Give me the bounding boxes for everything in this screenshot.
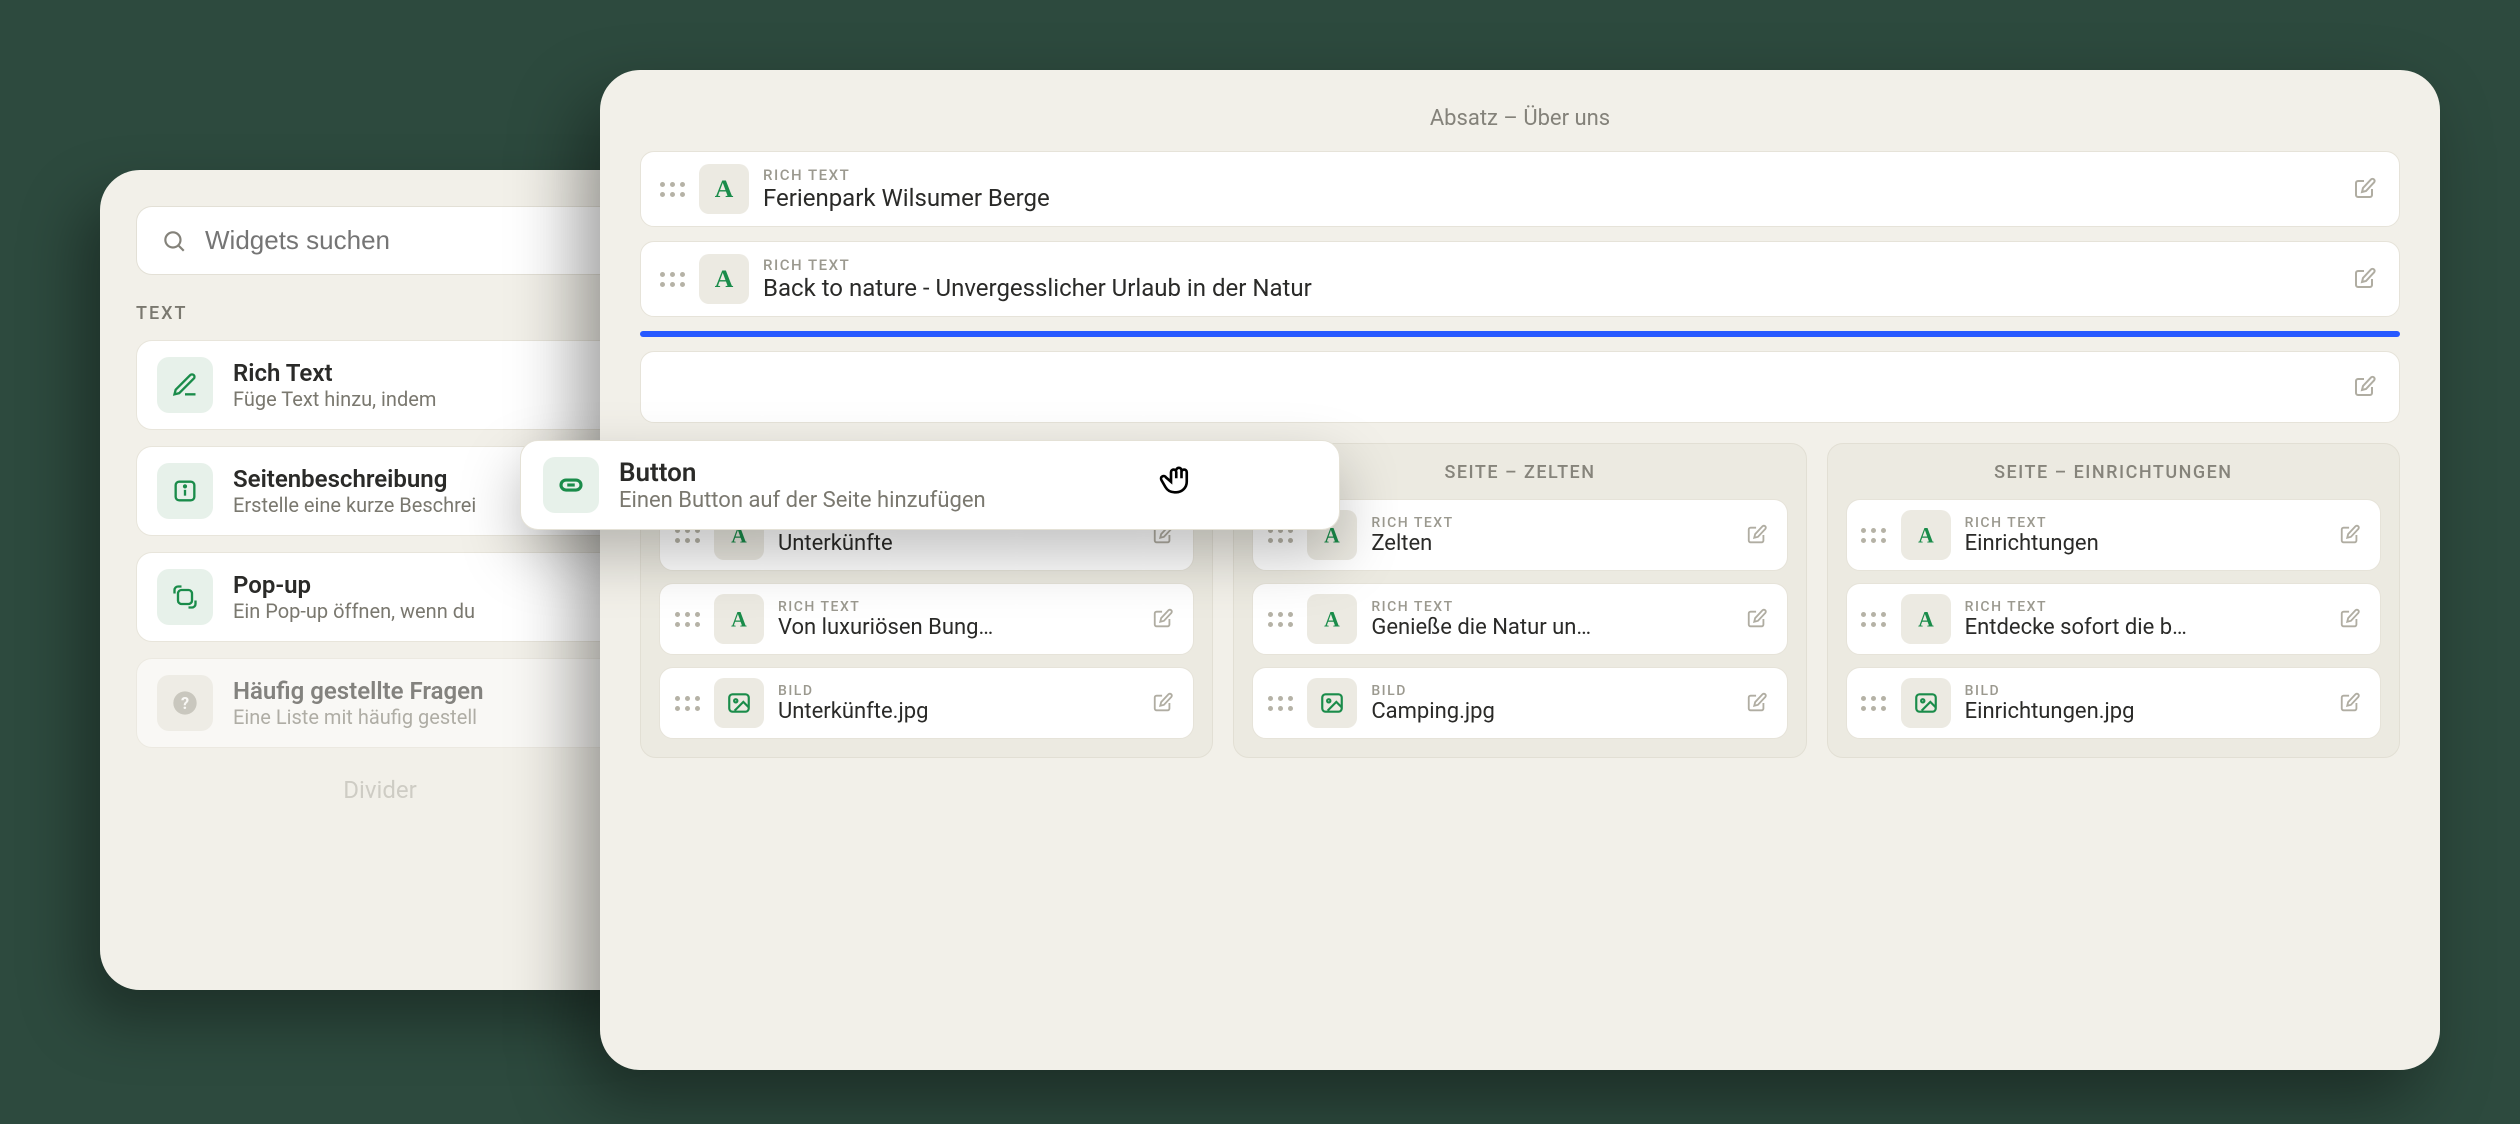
edit-button[interactable] xyxy=(2334,603,2366,635)
block-type-label: BILD xyxy=(778,683,1133,699)
content-block-empty[interactable] xyxy=(640,351,2400,423)
block-value: Zelten xyxy=(1371,531,1726,556)
widget-title: Pop-up xyxy=(233,571,475,599)
edit-button[interactable] xyxy=(1741,603,1773,635)
block-type-label: RICH TEXT xyxy=(763,256,2335,274)
block-value: Ferienpark Wilsumer Berge xyxy=(763,184,2335,212)
drag-handle-icon[interactable] xyxy=(1267,696,1293,711)
svg-text:A: A xyxy=(731,608,747,632)
image-icon xyxy=(1901,678,1951,728)
widget-item-divider-faded: Divider xyxy=(136,764,624,804)
column-title: SEITE – EINRICHTUNGEN xyxy=(1846,462,2381,483)
content-block[interactable]: A RICH TEXTEntdecke sofort die b… xyxy=(1846,583,2381,655)
svg-text:A: A xyxy=(1918,524,1934,548)
widget-title: Seitenbeschreibung xyxy=(233,465,476,493)
widget-desc: Ein Pop-up öffnen, wenn du xyxy=(233,599,475,623)
content-block[interactable]: A RICH TEXTVon luxuriösen Bung… xyxy=(659,583,1194,655)
widget-desc: Erstelle eine kurze Beschrei xyxy=(233,493,476,517)
block-type-label: BILD xyxy=(1965,683,2320,699)
richtext-icon: A xyxy=(1901,510,1951,560)
widget-item-richtext[interactable]: Rich Text Füge Text hinzu, indem xyxy=(136,340,624,430)
richtext-icon: A xyxy=(1901,594,1951,644)
edit-button[interactable] xyxy=(1147,687,1179,719)
block-type-label: RICH TEXT xyxy=(1371,515,1726,531)
image-icon xyxy=(714,678,764,728)
widget-item-faq[interactable]: ? Häufig gestellte Fragen Eine Liste mit… xyxy=(136,658,624,748)
block-type-label: RICH TEXT xyxy=(1965,599,2320,615)
edit-icon xyxy=(157,357,213,413)
image-icon xyxy=(1307,678,1357,728)
drag-handle-icon[interactable] xyxy=(674,696,700,711)
drag-handle-icon[interactable] xyxy=(659,182,685,197)
search-input[interactable] xyxy=(205,225,599,256)
drag-handle-icon[interactable] xyxy=(659,272,685,287)
content-block[interactable]: A RICH TEXT Back to nature - Unvergessli… xyxy=(640,241,2400,317)
widget-desc: Füge Text hinzu, indem xyxy=(233,387,436,411)
svg-text:A: A xyxy=(715,265,734,293)
dragging-widget-card[interactable]: Button Einen Button auf der Seite hinzuf… xyxy=(520,440,1340,530)
button-icon xyxy=(543,457,599,513)
search-icon xyxy=(161,228,187,254)
svg-text:?: ? xyxy=(181,694,189,713)
widget-item-popup[interactable]: Pop-up Ein Pop-up öffnen, wenn du xyxy=(136,552,624,642)
edit-button[interactable] xyxy=(2334,519,2366,551)
edit-button[interactable] xyxy=(1741,687,1773,719)
block-value: Back to nature - Unvergesslicher Urlaub … xyxy=(763,274,2335,302)
content-panel: Absatz – Über uns A RICH TEXT Ferienpark… xyxy=(600,70,2440,1070)
content-block[interactable]: BILDEinrichtungen.jpg xyxy=(1846,667,2381,739)
block-value: Von luxuriösen Bung… xyxy=(778,615,1133,640)
drag-handle-icon[interactable] xyxy=(1861,612,1887,627)
block-value: Camping.jpg xyxy=(1371,699,1726,724)
widget-desc: Eine Liste mit häufig gestell xyxy=(233,705,484,729)
content-block[interactable]: A RICH TEXT Ferienpark Wilsumer Berge xyxy=(640,151,2400,227)
svg-text:A: A xyxy=(1325,608,1341,632)
block-value: Einrichtungen xyxy=(1965,531,2320,556)
block-type-label: BILD xyxy=(1371,683,1726,699)
edit-button[interactable] xyxy=(1741,519,1773,551)
widget-title: Rich Text xyxy=(233,359,436,387)
popup-icon xyxy=(157,569,213,625)
search-input-wrapper[interactable] xyxy=(136,206,624,275)
block-type-label: RICH TEXT xyxy=(763,166,2335,184)
block-value: Entdecke sofort die b… xyxy=(1965,615,2320,640)
drag-handle-icon[interactable] xyxy=(674,612,700,627)
dragging-desc: Einen Button auf der Seite hinzufügen xyxy=(619,488,986,513)
richtext-icon: A xyxy=(699,254,749,304)
block-type-label: RICH TEXT xyxy=(1371,599,1726,615)
richtext-icon: A xyxy=(699,164,749,214)
richtext-icon: A xyxy=(1307,594,1357,644)
question-icon: ? xyxy=(157,675,213,731)
edit-button[interactable] xyxy=(2349,371,2381,403)
block-value: Unterkünfte.jpg xyxy=(778,699,1133,724)
block-type-label: RICH TEXT xyxy=(778,599,1133,615)
svg-text:A: A xyxy=(715,175,734,203)
section-label: TEXT xyxy=(136,303,624,324)
svg-text:A: A xyxy=(1918,608,1934,632)
drag-handle-icon[interactable] xyxy=(1861,528,1887,543)
edit-button[interactable] xyxy=(2349,173,2381,205)
dragging-title: Button xyxy=(619,458,986,488)
widget-list: Rich Text Füge Text hinzu, indem Seitenb… xyxy=(136,340,624,804)
content-block[interactable]: BILDUnterkünfte.jpg xyxy=(659,667,1194,739)
widget-title: Häufig gestellte Fragen xyxy=(233,677,484,705)
edit-button[interactable] xyxy=(2349,263,2381,295)
drag-handle-icon[interactable] xyxy=(1861,696,1887,711)
edit-button[interactable] xyxy=(1147,603,1179,635)
drop-indicator xyxy=(640,331,2400,337)
richtext-icon: A xyxy=(714,594,764,644)
content-block[interactable]: A RICH TEXTGenieße die Natur un… xyxy=(1252,583,1787,655)
block-value: Genieße die Natur un… xyxy=(1371,615,1726,640)
info-icon xyxy=(157,463,213,519)
edit-button[interactable] xyxy=(2334,687,2366,719)
block-value: Unterkünfte xyxy=(778,531,1133,556)
widget-sidebar: TEXT Rich Text Füge Text hinzu, indem Se… xyxy=(100,170,660,990)
content-block[interactable]: A RICH TEXTEinrichtungen xyxy=(1846,499,2381,571)
block-value: Einrichtungen.jpg xyxy=(1965,699,2320,724)
grab-cursor-icon xyxy=(1157,459,1199,501)
section-title: Absatz – Über uns xyxy=(640,106,2400,131)
content-block[interactable]: BILDCamping.jpg xyxy=(1252,667,1787,739)
drag-handle-icon[interactable] xyxy=(1267,612,1293,627)
block-type-label: RICH TEXT xyxy=(1965,515,2320,531)
page-column: SEITE – EINRICHTUNGENARICH TEXTEinrichtu… xyxy=(1827,443,2400,758)
